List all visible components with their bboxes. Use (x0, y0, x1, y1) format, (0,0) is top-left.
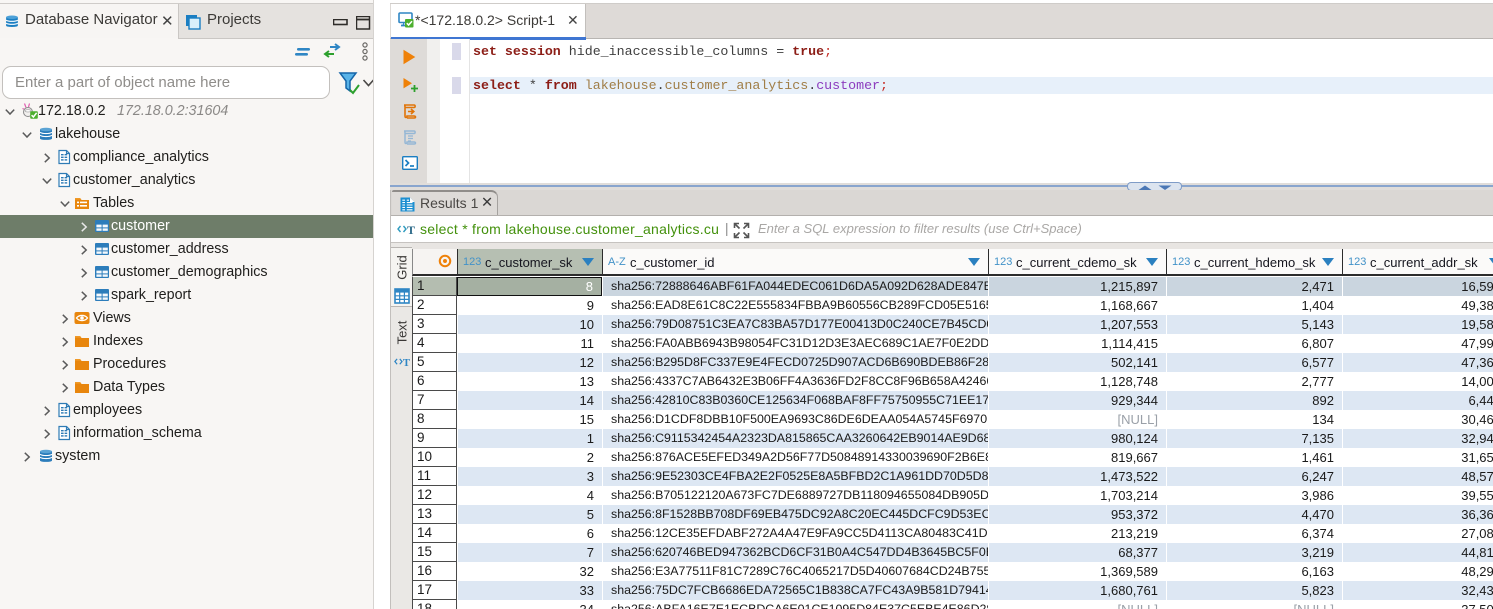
svg-text:T: T (407, 223, 415, 237)
svg-text:T: T (403, 358, 410, 369)
